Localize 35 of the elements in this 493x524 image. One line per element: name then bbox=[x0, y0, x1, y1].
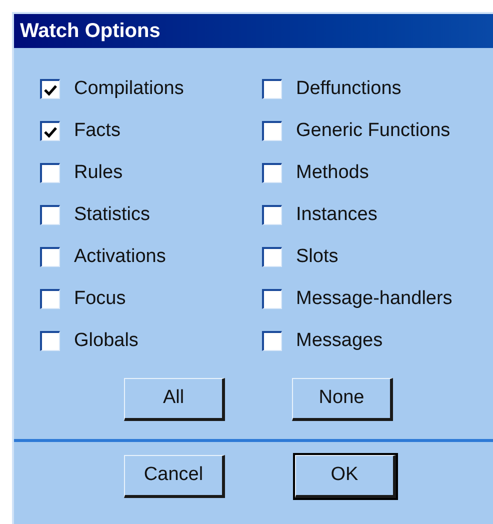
checkbox-label: Deffunctions bbox=[296, 76, 402, 101]
checkbox-label: Instances bbox=[296, 202, 378, 227]
checkbox-label: Rules bbox=[74, 160, 123, 185]
checkbox-label: Compilations bbox=[74, 76, 184, 101]
checkbox-label: Methods bbox=[296, 160, 369, 185]
window-title: Watch Options bbox=[20, 19, 160, 44]
checkbox-label: Activations bbox=[74, 244, 166, 269]
checkbox-label: Facts bbox=[74, 118, 120, 143]
dialog-button[interactable]: All bbox=[124, 378, 225, 421]
checkbox[interactable] bbox=[40, 331, 60, 351]
checkbox[interactable] bbox=[262, 79, 282, 99]
checkbox-label: Messages bbox=[296, 328, 383, 353]
checkbox-label: Focus bbox=[74, 286, 126, 311]
checkbox[interactable] bbox=[262, 331, 282, 351]
dialog-button[interactable]: Cancel bbox=[124, 455, 225, 498]
checkbox-label: Statistics bbox=[74, 202, 150, 227]
checkbox-label: Globals bbox=[74, 328, 138, 353]
checkbox-label: Message-handlers bbox=[296, 286, 452, 311]
checkbox[interactable] bbox=[40, 163, 60, 183]
checkbox[interactable] bbox=[40, 79, 60, 99]
checkbox[interactable] bbox=[40, 247, 60, 267]
checkbox-label: Generic Functions bbox=[296, 118, 450, 143]
checkmark-icon bbox=[44, 126, 57, 138]
checkmark-icon bbox=[44, 84, 57, 96]
checkbox-label: Slots bbox=[296, 244, 338, 269]
checkbox[interactable] bbox=[262, 163, 282, 183]
checkbox[interactable] bbox=[40, 121, 60, 141]
checkbox[interactable] bbox=[262, 289, 282, 309]
dialog-button[interactable]: None bbox=[292, 378, 393, 421]
checkbox[interactable] bbox=[40, 205, 60, 225]
dialog-button[interactable]: OK bbox=[295, 455, 396, 498]
checkbox[interactable] bbox=[262, 247, 282, 267]
checkbox[interactable] bbox=[262, 121, 282, 141]
checkbox[interactable] bbox=[262, 205, 282, 225]
checkbox[interactable] bbox=[40, 289, 60, 309]
